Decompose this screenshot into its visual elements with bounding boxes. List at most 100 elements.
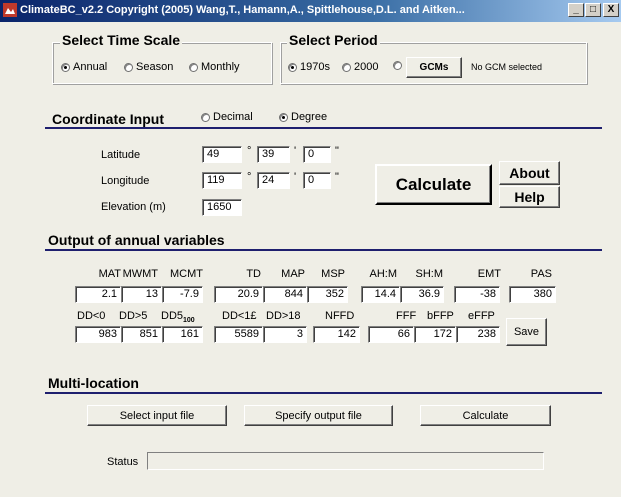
radio-degree-dot[interactable] — [279, 112, 288, 122]
latitude-seconds-input[interactable]: 0 — [303, 146, 331, 163]
radio-degree[interactable]: Degree — [279, 111, 327, 123]
radio-1970s-label: 1970s — [300, 61, 330, 73]
gcms-button[interactable]: GCMs — [406, 57, 462, 78]
radio-annual-dot[interactable] — [61, 62, 70, 72]
header-msp: MSP — [321, 268, 345, 280]
coordinate-divider — [45, 127, 602, 129]
radio-1970s[interactable]: 1970s — [288, 61, 330, 73]
elevation-input[interactable]: 1650 — [202, 199, 242, 216]
value-dd-below-0[interactable]: 983 — [75, 326, 121, 343]
elevation-label: Elevation (m) — [101, 201, 166, 213]
value-shm[interactable]: 36.9 — [400, 286, 444, 303]
value-map[interactable]: 844 — [263, 286, 307, 303]
header-mcmt: MCMT — [170, 268, 203, 280]
header-dd-above-18: DD>18 — [266, 310, 301, 322]
header-dd-above-5: DD>5 — [119, 310, 148, 322]
radio-decimal[interactable]: Decimal — [201, 111, 253, 123]
app-icon — [3, 3, 17, 17]
status-field — [147, 452, 544, 470]
value-mcmt[interactable]: -7.9 — [162, 286, 203, 303]
header-td: TD — [246, 268, 261, 280]
header-dd-below-0: DD<0 — [77, 310, 106, 322]
radio-2000-label: 2000 — [354, 61, 379, 73]
header-map: MAP — [281, 268, 305, 280]
value-pas[interactable]: 380 — [509, 286, 556, 303]
time-scale-title: Select Time Scale — [60, 32, 183, 48]
value-nffd[interactable]: 142 — [313, 326, 360, 343]
value-dd-above-18[interactable]: 3 — [263, 326, 307, 343]
output-divider — [45, 249, 602, 251]
save-button[interactable]: Save — [506, 318, 547, 346]
radio-monthly-label: Monthly — [201, 61, 240, 73]
help-button[interactable]: Help — [499, 186, 560, 208]
header-fff: FFF — [396, 310, 417, 322]
radio-decimal-label: Decimal — [213, 111, 253, 123]
title-bar: ClimateBC_v2.2 Copyright (2005) Wang,T.,… — [0, 0, 621, 22]
header-dd5-100: DD5100 — [161, 310, 195, 324]
radio-annual[interactable]: Annual — [61, 61, 107, 73]
latitude-deg-symbol: ° — [247, 145, 252, 157]
latitude-sec-symbol: " — [335, 145, 339, 157]
output-title: Output of annual variables — [48, 232, 225, 248]
close-button[interactable]: X — [603, 3, 619, 17]
latitude-label: Latitude — [101, 149, 141, 161]
longitude-min-symbol: ' — [294, 171, 297, 183]
header-dd5-subscript: 100 — [183, 317, 195, 325]
longitude-seconds-input[interactable]: 0 — [303, 172, 331, 189]
longitude-deg-symbol: ° — [247, 171, 252, 183]
latitude-minutes-input[interactable]: 39 — [257, 146, 290, 163]
select-input-file-button[interactable]: Select input file — [87, 405, 227, 426]
gcm-status-text: No GCM selected — [471, 62, 543, 72]
value-effp[interactable]: 238 — [456, 326, 500, 343]
value-dd-above-5[interactable]: 851 — [121, 326, 162, 343]
climatebc-window: ClimateBC_v2.2 Copyright (2005) Wang,T.,… — [0, 0, 621, 497]
radio-gcm-dot[interactable] — [393, 61, 402, 70]
header-ahm: AH:M — [369, 268, 398, 280]
minimize-button[interactable]: _ — [568, 3, 584, 17]
header-mat: MAT — [98, 268, 121, 280]
coordinate-input-title: Coordinate Input — [52, 111, 164, 127]
longitude-minutes-input[interactable]: 24 — [257, 172, 290, 189]
calculate-button[interactable]: Calculate — [375, 164, 492, 205]
value-bffp[interactable]: 172 — [414, 326, 456, 343]
header-emt: EMT — [477, 268, 501, 280]
value-td[interactable]: 20.9 — [214, 286, 263, 303]
status-label: Status — [107, 456, 139, 468]
header-nffd: NFFD — [325, 310, 355, 322]
value-msp[interactable]: 352 — [307, 286, 348, 303]
radio-monthly-dot[interactable] — [189, 62, 198, 72]
specify-output-file-button[interactable]: Specify output file — [244, 405, 393, 426]
header-pas: PAS — [530, 268, 552, 280]
longitude-label: Longitude — [101, 175, 150, 187]
latitude-degrees-input[interactable]: 49 — [202, 146, 242, 163]
window-title: ClimateBC_v2.2 Copyright (2005) Wang,T.,… — [20, 4, 465, 16]
radio-annual-label: Annual — [73, 61, 108, 73]
multi-location-divider — [45, 392, 602, 394]
radio-1970s-dot[interactable] — [288, 62, 297, 72]
value-mwmt[interactable]: 13 — [121, 286, 162, 303]
radio-gcm[interactable] — [393, 61, 402, 70]
value-emt[interactable]: -38 — [454, 286, 500, 303]
radio-season[interactable]: Season — [124, 61, 173, 73]
longitude-degrees-input[interactable]: 119 — [202, 172, 242, 189]
maximize-button[interactable]: □ — [585, 3, 601, 17]
longitude-sec-symbol: " — [335, 171, 339, 183]
radio-2000[interactable]: 2000 — [342, 61, 378, 73]
value-mat[interactable]: 2.1 — [75, 286, 121, 303]
about-button[interactable]: About — [499, 161, 560, 185]
radio-degree-label: Degree — [291, 111, 328, 123]
radio-decimal-dot[interactable] — [201, 112, 210, 122]
header-bffp: bFFP — [427, 310, 454, 322]
value-dd-below-18[interactable]: 5589 — [214, 326, 263, 343]
radio-2000-dot[interactable] — [342, 62, 351, 72]
latitude-min-symbol: ' — [294, 145, 297, 157]
header-mwmt: MWMT — [122, 268, 158, 280]
multi-calculate-button[interactable]: Calculate — [420, 405, 551, 426]
value-dd5-100[interactable]: 161 — [162, 326, 203, 343]
value-fff[interactable]: 66 — [368, 326, 414, 343]
header-shm: SH:M — [415, 268, 444, 280]
multi-location-title: Multi-location — [48, 375, 139, 391]
radio-monthly[interactable]: Monthly — [189, 61, 240, 73]
radio-season-dot[interactable] — [124, 62, 133, 72]
value-ahm[interactable]: 14.4 — [361, 286, 400, 303]
